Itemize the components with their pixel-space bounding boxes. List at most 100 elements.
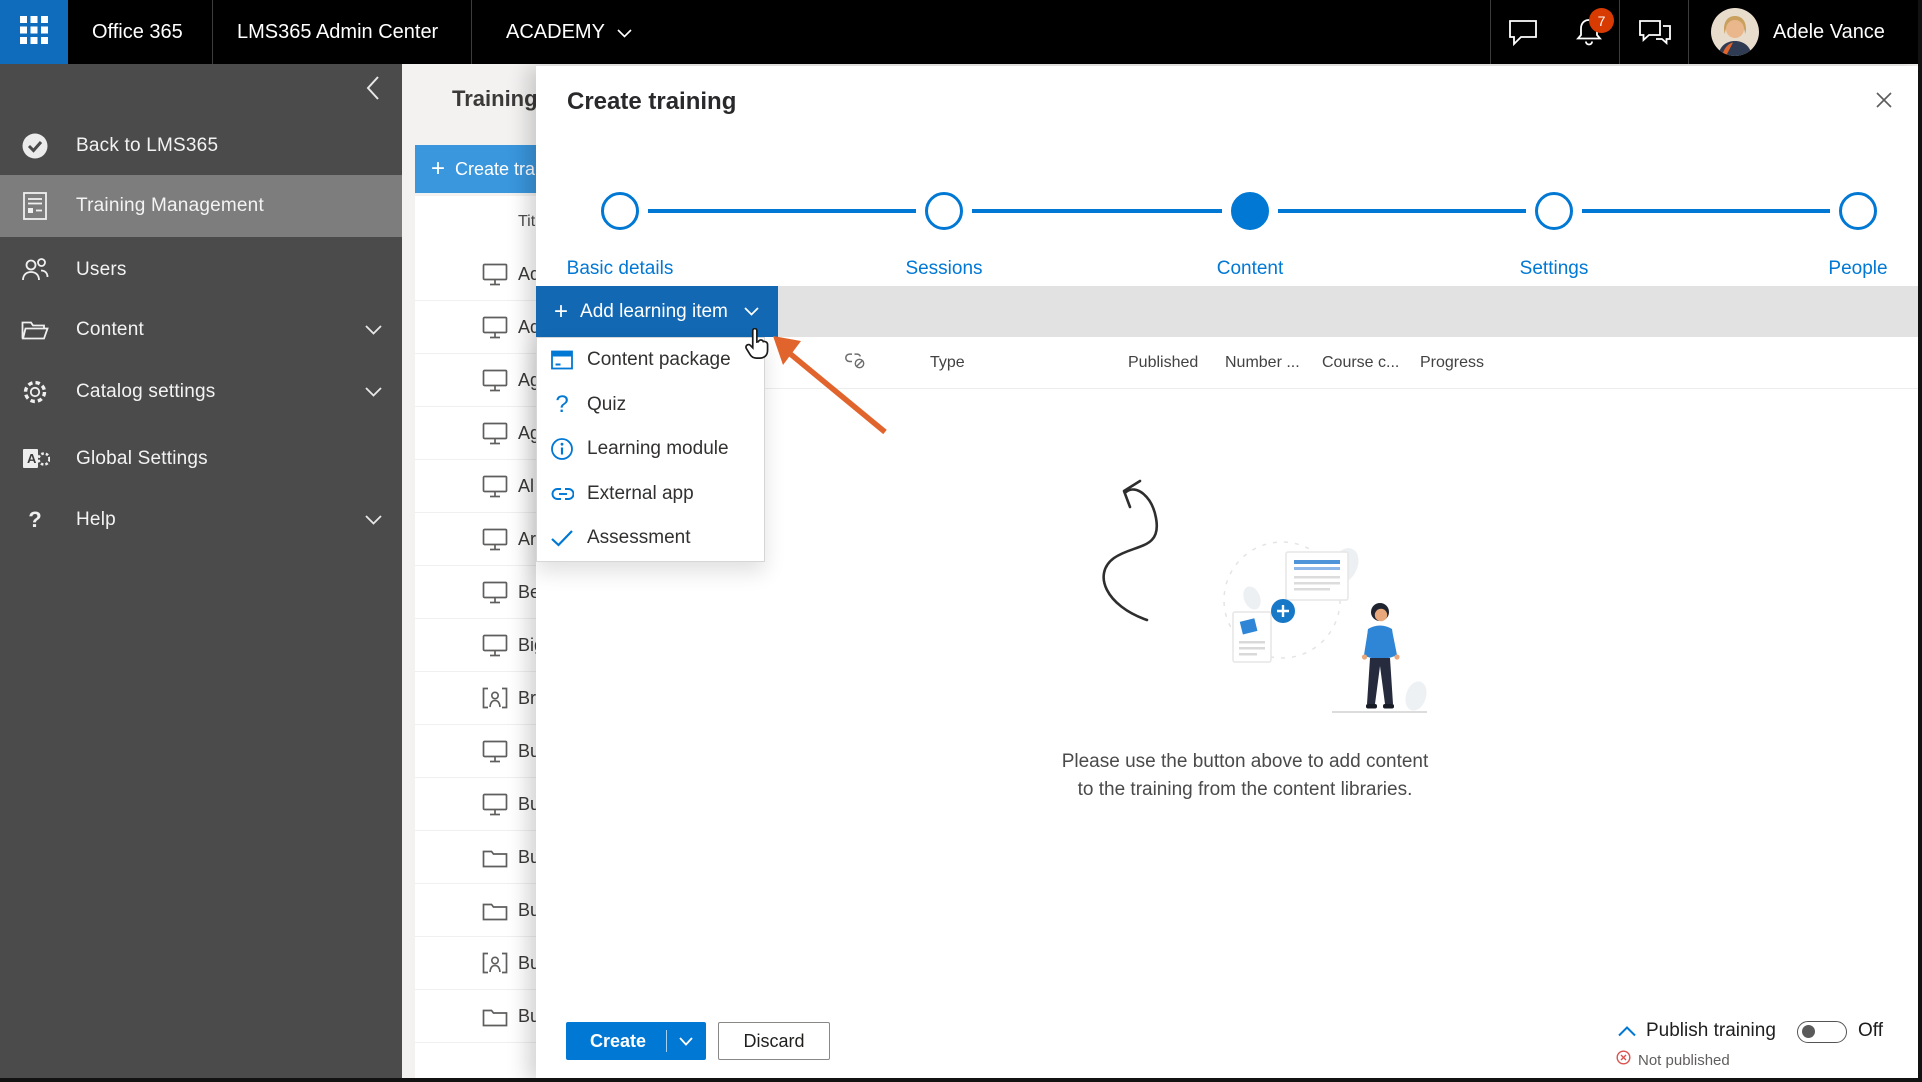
notification-badge: 7 <box>1589 8 1614 33</box>
sidebar-item-global-settings[interactable]: A Global Settings <box>0 431 402 487</box>
column-type[interactable]: Type <box>930 337 965 388</box>
menu-item-learning-module[interactable]: Learning module <box>537 427 764 472</box>
table-row[interactable]: Bu <box>415 884 536 937</box>
table-row[interactable]: Bu <box>415 937 536 990</box>
sidebar-item-help[interactable]: ? Help <box>0 492 402 548</box>
publish-training-label: Publish training <box>1646 1020 1776 1041</box>
column-link[interactable] <box>844 337 866 388</box>
folder-closed-icon <box>482 1006 508 1027</box>
column-course-c-[interactable]: Course c... <box>1322 337 1399 388</box>
discard-button[interactable]: Discard <box>718 1022 830 1060</box>
table-row[interactable]: Bu <box>415 778 536 831</box>
link-icon <box>844 352 866 374</box>
table-row[interactable]: Ag <box>415 354 536 407</box>
chevron-down-icon[interactable] <box>679 1036 693 1046</box>
chevron-down-icon <box>744 307 759 316</box>
add-learning-item-button[interactable]: + Add learning item <box>536 286 778 337</box>
step-circle-basic-details[interactable] <box>601 192 639 230</box>
menu-item-external-app[interactable]: External app <box>537 472 764 517</box>
table-row[interactable]: Bu <box>415 831 536 884</box>
step-circle-sessions[interactable] <box>925 192 963 230</box>
window-border-bottom <box>0 1078 1922 1082</box>
publish-toggle[interactable] <box>1797 1021 1847 1043</box>
office365-link[interactable]: Office 365 <box>92 0 183 64</box>
column-progress[interactable]: Progress <box>1420 337 1484 388</box>
step-connector <box>1278 209 1526 213</box>
monitor-icon <box>482 528 508 551</box>
training-title: Ad <box>518 316 536 337</box>
column-published[interactable]: Published <box>1128 337 1198 388</box>
not-published-icon <box>1616 1050 1631 1070</box>
training-title: Bu <box>518 846 536 867</box>
chat-icon[interactable] <box>1506 17 1540 52</box>
chevron-down-icon <box>617 21 632 44</box>
close-button[interactable] <box>1870 88 1898 116</box>
step-circle-settings[interactable] <box>1535 192 1573 230</box>
sidebar-item-label: Global Settings <box>76 448 208 469</box>
toggle-state-label: Off <box>1858 1020 1883 1041</box>
sidebar-nav: Back to LMS365 Training Management Users… <box>0 64 402 1082</box>
table-row[interactable]: Art <box>415 513 536 566</box>
table-row[interactable]: Ad <box>415 301 536 354</box>
gear-icon <box>20 377 50 407</box>
training-title: Bra <box>518 687 536 708</box>
menu-item-quiz[interactable]: ? Quiz <box>537 383 764 428</box>
step-circle-people[interactable] <box>1839 192 1877 230</box>
topbar-divider <box>1688 0 1689 64</box>
empty-state-illustration <box>1102 479 1427 713</box>
menu-item-content-package[interactable]: Content package <box>537 338 764 383</box>
step-circle-content[interactable] <box>1231 192 1269 230</box>
table-row[interactable]: Bra <box>415 672 536 725</box>
menu-item-assessment[interactable]: Assessment <box>537 516 764 561</box>
create-training-label: Create tra <box>455 158 536 179</box>
step-label-basic-details[interactable]: Basic details <box>500 258 740 280</box>
tenant-dropdown[interactable]: ACADEMY <box>506 0 632 64</box>
assessment-icon <box>550 529 574 547</box>
table-row[interactable]: Bu <box>415 725 536 778</box>
folder-open-icon <box>20 317 50 343</box>
step-label-sessions[interactable]: Sessions <box>824 258 1064 280</box>
admin-center-title[interactable]: LMS365 Admin Center <box>237 0 438 64</box>
step-label-content[interactable]: Content <box>1130 258 1370 280</box>
empty-state-text: Please use the button above to add conte… <box>945 748 1545 804</box>
create-button-label: Create <box>590 1030 647 1051</box>
top-bar: Office 365 LMS365 Admin Center ACADEMY 7… <box>0 0 1922 64</box>
table-row[interactable]: Ag <box>415 407 536 460</box>
topbar-divider <box>471 0 472 64</box>
back-check-icon <box>20 131 50 161</box>
step-label-settings[interactable]: Settings <box>1434 258 1674 280</box>
table-row[interactable]: Bu <box>415 990 536 1043</box>
column-number-[interactable]: Number ... <box>1225 337 1300 388</box>
trainings-table: Tit Ad Ad Ag Ag Al Art Be Big Bra Bu Bu … <box>415 196 536 1078</box>
sidebar-item-catalog-settings[interactable]: Catalog settings <box>0 364 402 420</box>
user-name[interactable]: Adele Vance <box>1773 0 1885 64</box>
chevron-down-icon <box>365 381 382 403</box>
sidebar-collapse-button[interactable] <box>360 75 386 106</box>
menu-item-label: Learning module <box>587 438 729 460</box>
sidebar-item-content[interactable]: Content <box>0 302 402 358</box>
menu-item-label: Content package <box>587 349 731 371</box>
table-row[interactable]: Al <box>415 460 536 513</box>
title-column-header[interactable]: Tit <box>518 196 535 248</box>
table-row[interactable]: Be <box>415 566 536 619</box>
toggle-knob <box>1802 1025 1815 1038</box>
chevron-up-icon[interactable] <box>1618 1024 1636 1042</box>
publish-status: Not published <box>1616 1050 1730 1070</box>
training-title: Al <box>518 475 535 496</box>
menu-item-label: Assessment <box>587 527 691 549</box>
user-avatar[interactable] <box>1711 8 1759 56</box>
app-launcher-button[interactable] <box>0 0 68 64</box>
sidebar-item-label: Content <box>76 319 144 340</box>
training-title: Bu <box>518 740 536 761</box>
create-button[interactable]: Create <box>566 1022 706 1060</box>
table-row[interactable]: Big <box>415 619 536 672</box>
plus-icon: + <box>431 155 446 182</box>
create-training-button[interactable]: + Create tra <box>415 145 536 193</box>
sidebar-item-training-management[interactable]: Training Management <box>0 175 402 237</box>
chevron-left-icon <box>366 75 380 106</box>
monitor-icon <box>482 634 508 657</box>
feedback-icon[interactable] <box>1637 17 1673 52</box>
sidebar-item-back-to-lms365[interactable]: Back to LMS365 <box>0 118 402 174</box>
step-label-people[interactable]: People <box>1738 258 1922 280</box>
sidebar-item-users[interactable]: Users <box>0 242 402 298</box>
